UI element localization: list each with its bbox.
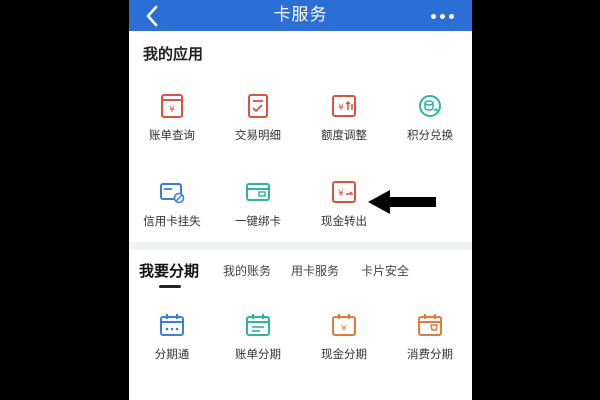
nav-bar: 卡服务 [129,0,472,31]
installment-tabs: 我要分期 我的账务 用卡服务 卡片安全 [129,250,472,294]
svg-text:¥: ¥ [338,103,344,113]
tab-card-security[interactable]: 卡片安全 [361,262,409,279]
active-tab-indicator [159,285,181,288]
transaction-detail-icon [248,94,268,118]
app-label: 一键绑卡 [235,214,281,228]
app-item-bind-card[interactable]: 一键绑卡 [215,179,301,241]
tab-card-services[interactable]: 用卡服务 [291,262,339,279]
pointer-arrow-icon [368,190,436,214]
points-exchange-icon [419,95,441,117]
app-label: 积分兑换 [407,128,453,142]
more-button[interactable] [424,5,460,27]
app-item-limit-adjust[interactable]: ¥ 额度调整 [301,93,387,155]
installment-calendar-icon [160,314,184,336]
installment-label: 消费分期 [407,347,453,361]
bind-card-icon [246,183,270,201]
cash-installment-icon: ¥ [332,314,356,336]
app-label: 账单查询 [149,128,195,142]
consumption-installment-icon [418,314,442,336]
svg-text:¥: ¥ [338,189,344,199]
installment-item-fenqitong[interactable]: 分期通 [129,312,215,374]
card-loss-report-icon [160,183,185,204]
tab-my-accounts[interactable]: 我的账务 [223,262,271,279]
app-label: 额度调整 [321,128,367,142]
installment-label: 分期通 [154,347,190,361]
installment-item-cash[interactable]: ¥ 现金分期 [301,312,387,374]
installment-label: 账单分期 [235,347,281,361]
more-dots-icon [430,13,436,19]
cash-transfer-out-icon: ¥ [332,181,356,203]
app-item-transaction-detail[interactable]: 交易明细 [215,93,301,155]
installment-item-consumption[interactable]: 消费分期 [387,312,472,374]
app-label: 交易明细 [235,128,281,142]
limit-adjust-icon: ¥ [332,95,356,117]
app-item-bill-query[interactable]: ¥ 账单查询 [129,93,215,155]
installment-section: 我要分期 我的账务 用卡服务 卡片安全 分期通 账单分期 ¥ 现金分期 消费分期 [129,250,472,400]
app-label: 信用卡挂失 [143,214,201,228]
app-item-card-loss-report[interactable]: 信用卡挂失 [129,179,215,241]
my-apps-title: 我的应用 [143,45,204,63]
svg-text:¥: ¥ [169,105,175,115]
installment-label: 现金分期 [321,347,367,361]
bill-query-icon: ¥ [161,94,183,118]
installment-item-bill[interactable]: 账单分期 [215,312,301,374]
svg-text:¥: ¥ [341,324,347,334]
page-title: 卡服务 [273,5,328,25]
bill-installment-icon [246,314,270,336]
tab-installment[interactable]: 我要分期 [139,260,199,281]
app-item-points-exchange[interactable]: 积分兑换 [387,93,472,155]
